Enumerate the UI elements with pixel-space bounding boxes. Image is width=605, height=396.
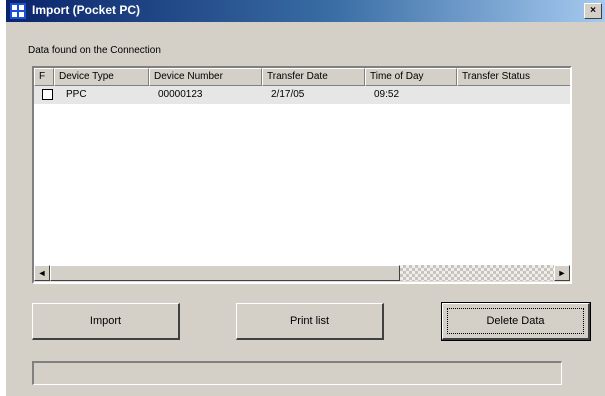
scroll-thumb[interactable] (50, 265, 400, 281)
cell-device-number: 00000123 (158, 89, 203, 100)
delete-data-button[interactable]: Delete Data (441, 302, 591, 341)
column-header-device-type[interactable]: Device Type (54, 68, 149, 86)
list-caption: Data found on the Connection (28, 45, 161, 56)
column-header-device-number[interactable]: Device Number (149, 68, 262, 86)
table-row[interactable]: PPC 00000123 2/17/05 09:52 (34, 86, 570, 104)
device-data-list[interactable]: F Device Type Device Number Transfer Dat… (32, 66, 572, 284)
scroll-track[interactable] (400, 265, 554, 281)
import-dialog: Import (Pocket PC) × Data found on the C… (6, 0, 605, 396)
row-checkbox[interactable] (42, 89, 53, 100)
cell-device-type: PPC (66, 89, 87, 100)
column-header-flag[interactable]: F (34, 68, 54, 86)
scroll-right-icon[interactable]: ► (554, 265, 570, 281)
title-bar[interactable]: Import (Pocket PC) × (6, 0, 605, 22)
delete-data-label: Delete Data (486, 315, 545, 327)
scroll-left-icon[interactable]: ◄ (34, 265, 50, 281)
window-title: Import (Pocket PC) (32, 3, 141, 17)
column-header-transfer-status[interactable]: Transfer Status (457, 68, 570, 86)
application-icon (10, 3, 26, 19)
cell-time-of-day: 09:52 (374, 89, 400, 100)
cell-transfer-status (462, 86, 466, 104)
column-header-transfer-date[interactable]: Transfer Date (262, 68, 365, 86)
print-list-button[interactable]: Print list (236, 303, 384, 340)
list-header: F Device Type Device Number Transfer Dat… (34, 68, 570, 86)
horizontal-scrollbar[interactable]: ◄ ► (34, 265, 570, 282)
import-button[interactable]: Import (32, 303, 180, 340)
progress-bar (32, 361, 562, 385)
cell-transfer-date: 2/17/05 (271, 89, 305, 100)
column-header-time-of-day[interactable]: Time of Day (365, 68, 457, 86)
close-icon[interactable]: × (584, 3, 602, 19)
